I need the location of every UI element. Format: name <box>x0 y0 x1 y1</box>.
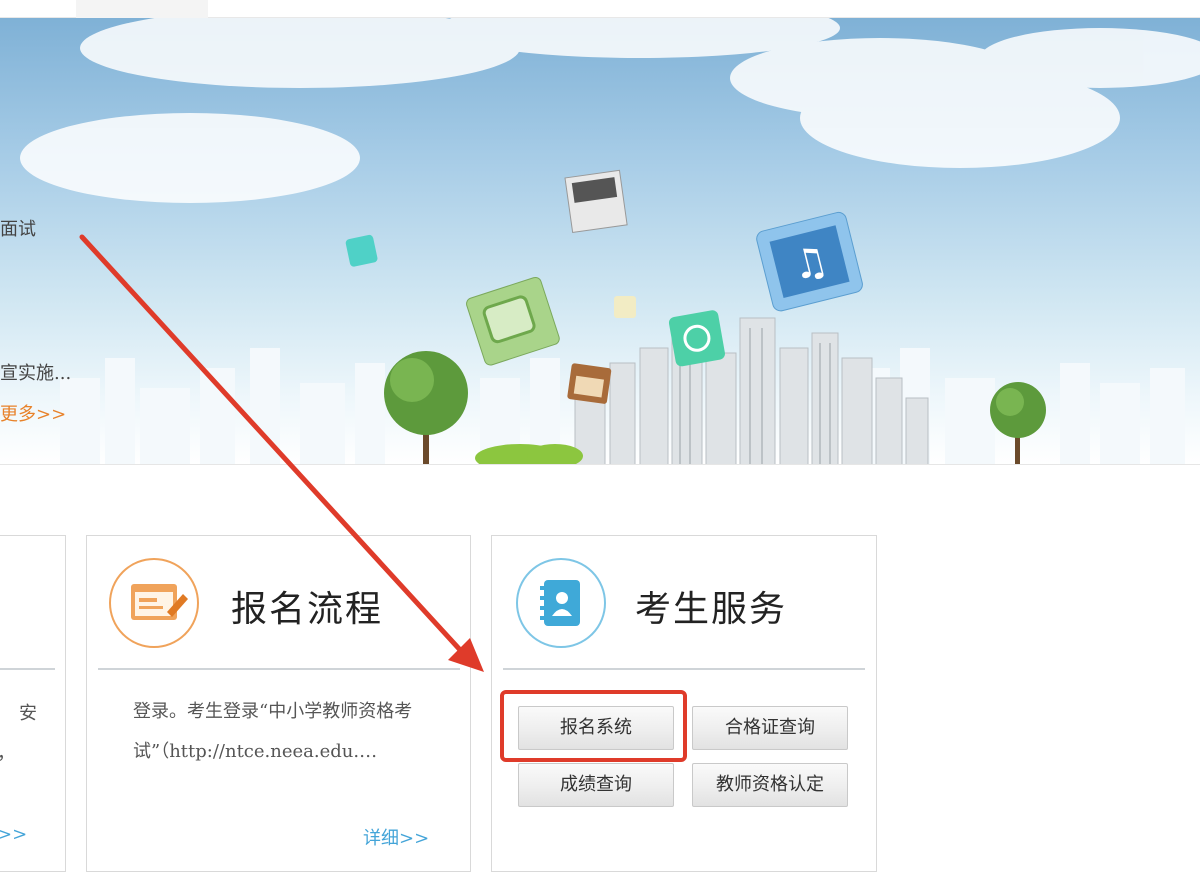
card-body-text: 登录。考生登录“中小学教师资格考试”（http://ntce.neea.edu.… <box>133 701 413 762</box>
card-title: 考生服务 <box>635 589 788 630</box>
card-divider <box>503 668 865 670</box>
annotation-highlight-box <box>500 690 687 762</box>
nav-tab-highlight[interactable] <box>76 0 208 18</box>
left-card-text-2: ， <box>0 739 17 765</box>
card-title: 报名流程 <box>231 589 384 630</box>
news-item-1[interactable]: 面试 <box>0 215 36 241</box>
address-book-icon <box>516 558 606 648</box>
detail-link[interactable]: 详细>> <box>363 824 429 850</box>
registration-process-card: 报名流程 登录。考生登录“中小学教师资格考试”（http://ntce.neea… <box>86 535 471 872</box>
banner-divider <box>0 464 1200 465</box>
score-query-button[interactable]: 成绩查询 <box>518 763 674 807</box>
left-card-more-link[interactable]: >> <box>0 824 27 845</box>
news-item-2[interactable]: 宣实施... <box>0 359 71 385</box>
certificate-query-button[interactable]: 合格证查询 <box>692 706 848 750</box>
card-divider <box>0 668 55 670</box>
left-card: 安 ， >> <box>0 535 66 872</box>
teacher-certification-button[interactable]: 教师资格认定 <box>692 763 848 807</box>
left-card-text-1: 安 <box>19 703 37 724</box>
form-edit-icon <box>109 558 199 648</box>
card-divider <box>98 668 460 670</box>
news-more-link[interactable]: 更多>> <box>0 400 66 426</box>
hero-banner: ♫ 面试 宣实施... 更多>> <box>0 18 1200 465</box>
top-nav-bar <box>0 0 1200 18</box>
banner-illustration: ♫ <box>20 18 1200 465</box>
